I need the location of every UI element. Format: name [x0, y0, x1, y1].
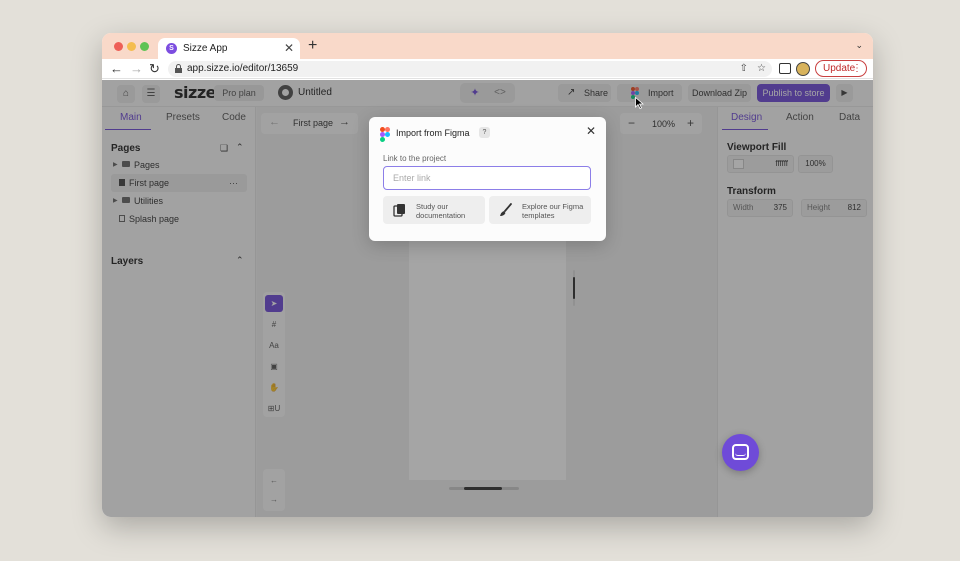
side-panel-icon[interactable] [779, 63, 791, 74]
lock-icon [175, 64, 182, 73]
link-label: Link to the project [383, 154, 447, 163]
forward-icon[interactable]: → [130, 61, 143, 77]
share-page-icon[interactable]: ⇧ [740, 63, 748, 74]
templates-button[interactable]: Explore our Figma templates [489, 196, 591, 224]
mouse-cursor-icon [635, 97, 644, 109]
brush-icon [500, 203, 512, 216]
tab-title: Sizze App [183, 43, 228, 54]
chat-smile-icon [735, 453, 746, 456]
sizze-favicon-icon: S [166, 43, 177, 54]
close-tab-icon[interactable]: ✕ [284, 41, 294, 55]
help-icon[interactable]: ? [479, 127, 490, 138]
maximize-window-button[interactable] [140, 42, 149, 51]
close-window-button[interactable] [114, 42, 123, 51]
bookmark-star-icon[interactable]: ☆ [757, 63, 766, 74]
back-icon[interactable]: ← [110, 61, 123, 77]
documentation-label: Study our documentation [416, 202, 466, 220]
chevron-down-icon[interactable]: ⌄ [855, 40, 863, 51]
update-label: Update [823, 63, 856, 74]
documentation-button[interactable]: Study our documentation [383, 196, 485, 224]
templates-label: Explore our Figma templates [522, 202, 584, 220]
figma-icon [380, 127, 390, 142]
chat-icon [732, 444, 749, 460]
figma-link-input[interactable] [383, 166, 591, 190]
document-icon [393, 204, 405, 217]
chat-support-button[interactable] [722, 434, 759, 471]
tab-strip: S Sizze App ✕ + ⌄ [102, 33, 873, 59]
profile-avatar[interactable] [796, 62, 810, 76]
reload-icon[interactable]: ↻ [149, 61, 160, 77]
address-bar: ← → ↻ app.sizze.io/editor/13659 ⇧ ☆ Upda… [102, 59, 873, 79]
minimize-window-button[interactable] [127, 42, 136, 51]
browser-tab[interactable]: S Sizze App ✕ [158, 38, 300, 59]
import-figma-modal: Import from Figma ? ✕ Link to the projec… [369, 117, 606, 241]
update-button[interactable]: Update ⋮ [815, 60, 867, 77]
url-text: app.sizze.io/editor/13659 [187, 63, 299, 74]
close-icon[interactable]: ✕ [586, 125, 596, 137]
more-vertical-icon: ⋮ [852, 63, 862, 74]
modal-title: Import from Figma [396, 128, 470, 138]
new-tab-button[interactable]: + [308, 38, 317, 54]
url-field[interactable]: app.sizze.io/editor/13659 ⇧ ☆ [168, 61, 772, 77]
